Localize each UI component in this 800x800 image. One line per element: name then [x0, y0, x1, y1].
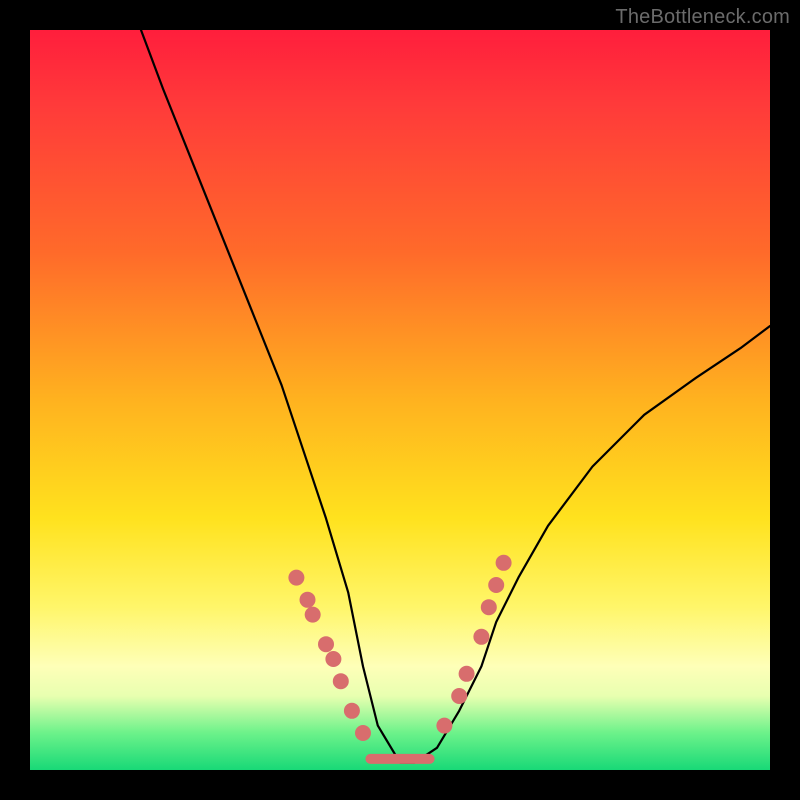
watermark-text: TheBottleneck.com	[615, 6, 790, 29]
sample-dot	[459, 666, 475, 682]
sample-dot	[300, 592, 316, 608]
sample-dot	[488, 577, 504, 593]
sample-dot	[481, 599, 497, 615]
sample-dots	[288, 555, 511, 741]
sample-dot	[288, 570, 304, 586]
sample-dot	[436, 718, 452, 734]
sample-dot	[318, 636, 334, 652]
sample-dot	[333, 673, 349, 689]
sample-dot	[473, 629, 489, 645]
sample-dot	[305, 607, 321, 623]
sample-dot	[496, 555, 512, 571]
chart-svg	[30, 30, 770, 770]
chart-frame: TheBottleneck.com	[0, 0, 800, 800]
sample-dot	[325, 651, 341, 667]
sample-dot	[344, 703, 360, 719]
bottleneck-curve	[141, 30, 770, 763]
sample-dot	[355, 725, 371, 741]
plot-area	[30, 30, 770, 770]
sample-dot	[451, 688, 467, 704]
